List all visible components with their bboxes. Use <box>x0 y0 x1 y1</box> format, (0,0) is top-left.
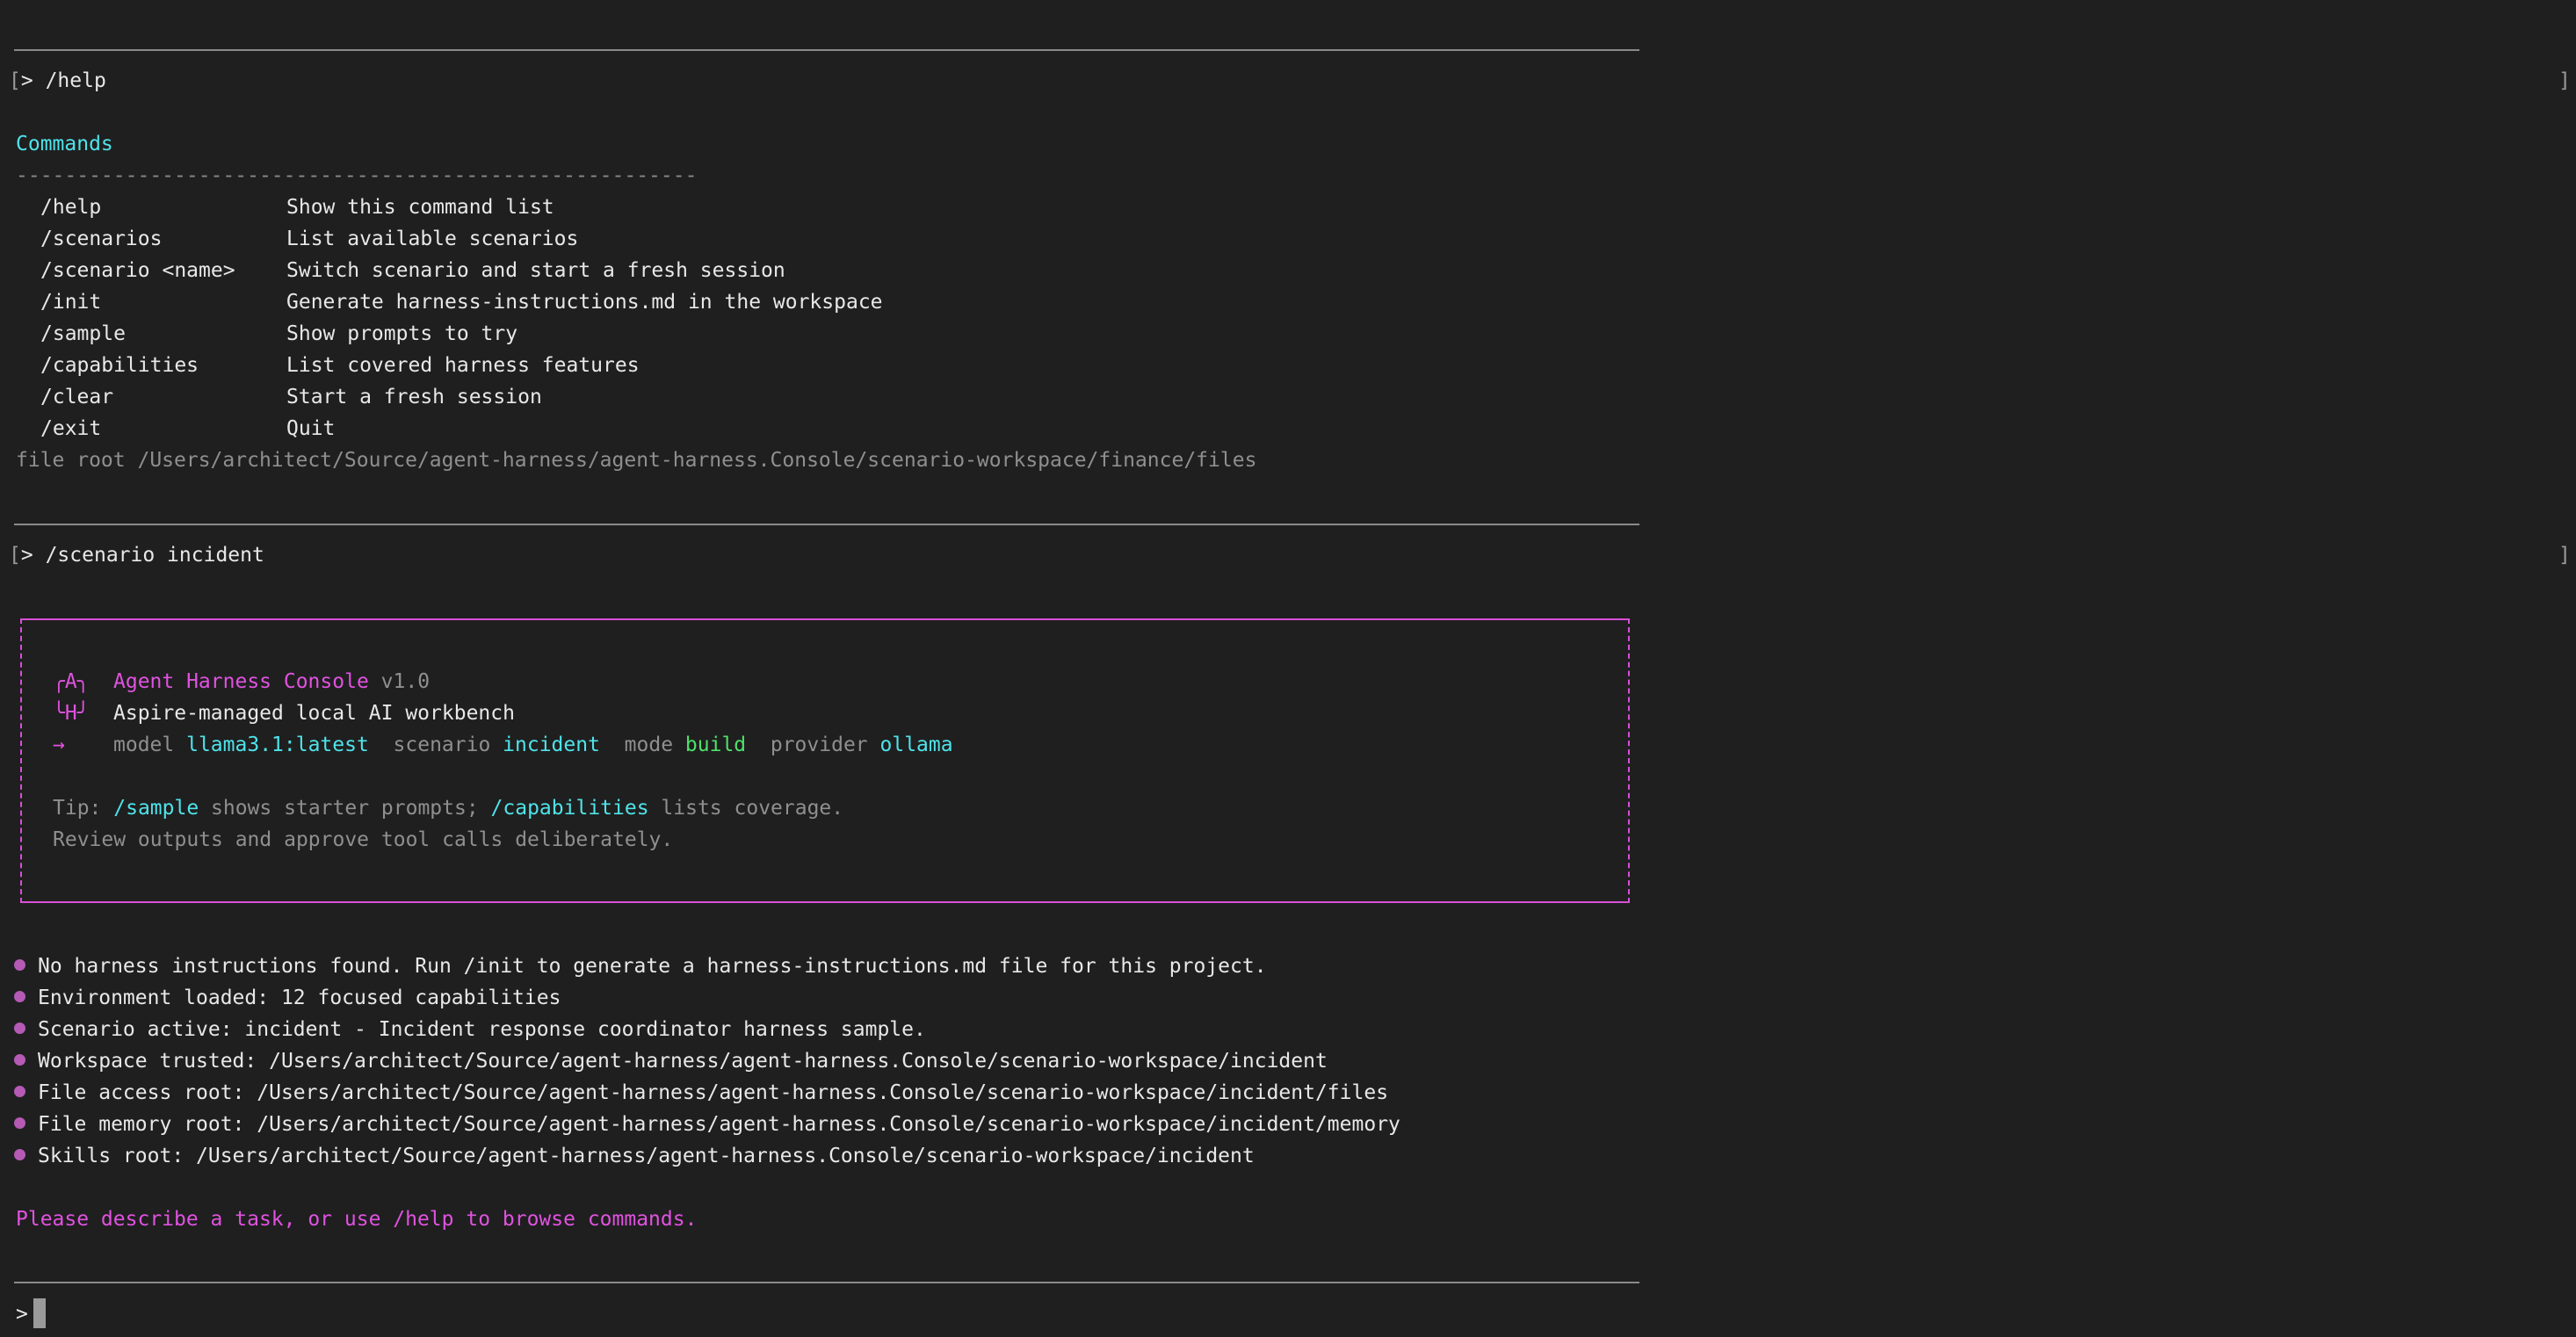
separator-line <box>14 1282 1639 1283</box>
status-line: No harness instructions found. Run /init… <box>14 950 1267 982</box>
command-row: /sample Show prompts to try <box>40 318 517 350</box>
status-text: Skills root: /Users/architect/Source/age… <box>38 1145 1255 1167</box>
bullet-icon <box>14 1086 25 1097</box>
status-line: File memory root: /Users/architect/Sourc… <box>14 1109 1400 1140</box>
tip-end: lists coverage. <box>661 797 844 820</box>
command-name: /sample <box>40 322 126 345</box>
prompt-symbol: > <box>20 544 33 567</box>
input-prompt[interactable]: > <box>16 1297 46 1330</box>
prompt-line-scenario: [> /scenario incident <box>9 539 264 571</box>
model-label: model <box>113 734 175 756</box>
status-line: Workspace trusted: /Users/architect/Sour… <box>14 1045 1328 1077</box>
app-version: v1.0 <box>380 670 431 693</box>
arrow-icon: → <box>53 734 65 756</box>
command-desc: List covered harness features <box>286 354 640 377</box>
command-desc: Quit <box>286 417 336 440</box>
bullet-icon <box>14 1149 25 1160</box>
bullet-icon <box>14 991 25 1002</box>
text-cursor <box>33 1297 46 1328</box>
command-name: /scenarios <box>40 228 163 250</box>
command-desc: List available scenarios <box>286 228 579 250</box>
bracket-right: ] <box>2558 69 2571 92</box>
tip-prefix: Tip: <box>53 797 102 820</box>
status-text: Workspace trusted: /Users/architect/Sour… <box>38 1050 1328 1073</box>
bullet-icon <box>14 959 25 971</box>
status-line: Skills root: /Users/architect/Source/age… <box>14 1140 1255 1172</box>
commands-title: Commands <box>16 133 113 155</box>
logo-bottom-icon: ╰H╯ <box>53 702 90 725</box>
command-name: /scenario <name> <box>40 259 235 282</box>
status-text: No harness instructions found. Run /init… <box>38 955 1267 978</box>
command-desc: Show this command list <box>286 196 554 219</box>
banner-title-line: Agent Harness Console v1.0 <box>113 666 430 697</box>
commands-divider: ----------------------------------------… <box>16 164 698 187</box>
app-name: Agent Harness Console <box>113 670 369 693</box>
bullet-icon <box>14 1117 25 1129</box>
tip-capabilities-command: /capabilities <box>490 797 649 820</box>
bullet-icon <box>14 1054 25 1066</box>
command-row: /exit Quit <box>40 413 335 444</box>
file-root-line: file root /Users/architect/Source/agent-… <box>16 449 1257 472</box>
mode-value: build <box>684 734 747 756</box>
scenario-label: scenario <box>393 734 491 756</box>
tip-mid: shows starter prompts; <box>211 797 479 820</box>
command-name: /init <box>40 291 102 314</box>
status-text: Environment loaded: 12 focused capabilit… <box>38 986 561 1009</box>
status-text: File memory root: /Users/architect/Sourc… <box>38 1113 1400 1136</box>
command-row: /clear Start a fresh session <box>40 381 542 413</box>
banner-status-line: model llama3.1:latest scenario incident … <box>113 729 953 761</box>
bullet-icon <box>14 1023 25 1034</box>
status-line: Environment loaded: 12 focused capabilit… <box>14 982 561 1014</box>
command-desc: Switch scenario and start a fresh sessio… <box>286 259 785 282</box>
footer-message: Please describe a task, or use /help to … <box>16 1208 698 1231</box>
command-desc: Show prompts to try <box>286 322 518 345</box>
logo-top-icon: ╭A╮ <box>53 670 90 693</box>
command-name: /help <box>40 196 102 219</box>
command-desc: Generate harness-instructions.md in the … <box>286 291 883 314</box>
command-name: /clear <box>40 386 114 408</box>
command-row: /help Show this command list <box>40 192 554 223</box>
bracket-left: [ <box>9 544 21 567</box>
status-line: File access root: /Users/architect/Sourc… <box>14 1077 1388 1109</box>
command-name: /exit <box>40 417 102 440</box>
banner-tagline: Aspire-managed local AI workbench <box>113 702 515 725</box>
command-row: /capabilities List covered harness featur… <box>40 350 640 381</box>
prompt-symbol: > <box>16 1303 28 1326</box>
status-text: Scenario active: incident - Incident res… <box>38 1018 926 1041</box>
command-row: /scenario <name> Switch scenario and star… <box>40 255 785 286</box>
command-name: /capabilities <box>40 354 199 377</box>
scenario-value: incident <box>503 734 600 756</box>
provider-label: provider <box>770 734 868 756</box>
bracket-right: ] <box>2558 544 2571 567</box>
bracket-left: [ <box>9 69 21 92</box>
status-line: Scenario active: incident - Incident res… <box>14 1014 926 1045</box>
welcome-banner <box>20 618 1630 903</box>
model-value: llama3.1:latest <box>186 734 369 756</box>
status-text: File access root: /Users/architect/Sourc… <box>38 1081 1389 1104</box>
separator-line <box>14 49 1639 51</box>
command-row: /init Generate harness-instructions.md in… <box>40 286 883 318</box>
command-desc: Start a fresh session <box>286 386 542 408</box>
command-row: /scenarios List available scenarios <box>40 223 578 255</box>
prompt-line-help: [> /help <box>9 65 106 97</box>
prompt-symbol: > <box>20 69 33 92</box>
provider-value: ollama <box>879 734 953 756</box>
history-command: /help <box>45 69 106 92</box>
history-command: /scenario incident <box>45 544 264 567</box>
banner-review-line: Review outputs and approve tool calls de… <box>53 828 674 851</box>
banner-tip-line: Tip: /sample shows starter prompts; /cap… <box>53 792 843 824</box>
mode-label: mode <box>624 734 674 756</box>
tip-sample-command: /sample <box>113 797 199 820</box>
separator-line <box>14 524 1639 525</box>
